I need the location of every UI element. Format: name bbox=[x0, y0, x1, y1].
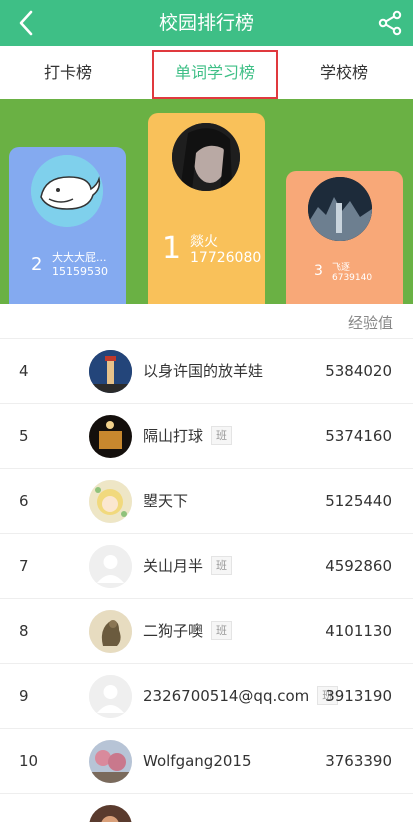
tab-checkin[interactable]: 打卡榜 bbox=[20, 46, 116, 99]
avatar bbox=[89, 480, 132, 523]
class-badge: 班 bbox=[211, 556, 233, 575]
avatar bbox=[89, 350, 132, 393]
ranking-list-header: 经验值 bbox=[0, 304, 413, 338]
podium-name: 大大大屁... bbox=[52, 251, 107, 264]
class-badge: 班 bbox=[211, 426, 233, 445]
ranking-row[interactable]: 8 二狗子噢班 4101130 bbox=[0, 598, 413, 663]
row-rank: 10 bbox=[19, 752, 39, 770]
podium-card-third[interactable]: 3 飞逐 6739140 bbox=[286, 171, 403, 304]
share-icon[interactable] bbox=[377, 10, 403, 36]
top-three-podium: 2 大大大屁... 15159530 1 燚火 17726080 3 飞逐 67… bbox=[0, 99, 413, 304]
row-rank: 7 bbox=[19, 557, 29, 575]
avatar bbox=[89, 740, 132, 783]
podium-card-second[interactable]: 2 大大大屁... 15159530 bbox=[9, 147, 126, 304]
avatar bbox=[31, 155, 103, 227]
default-avatar-icon bbox=[89, 675, 132, 718]
podium-name: 飞逐 bbox=[332, 263, 351, 273]
row-name: 关山月半 bbox=[143, 557, 204, 575]
ranking-row[interactable]: 7 关山月半班 4592860 bbox=[0, 533, 413, 598]
ranking-tabs: 打卡榜 单词学习榜 学校榜 bbox=[0, 46, 413, 99]
podium-rank: 3 bbox=[314, 263, 323, 279]
row-rank: 5 bbox=[19, 427, 29, 445]
experience-column-label: 经验值 bbox=[347, 314, 393, 332]
ranking-row[interactable]: 6 曌天下 5125440 bbox=[0, 468, 413, 533]
podium-rank: 2 bbox=[31, 254, 43, 275]
ranking-row[interactable]: 4 以身许国的放羊娃 5384020 bbox=[0, 338, 413, 403]
row-score: 4101130 bbox=[325, 622, 392, 640]
avatar bbox=[308, 177, 372, 241]
page-title: 校园排行榜 bbox=[158, 12, 254, 34]
podium-rank: 1 bbox=[162, 231, 182, 266]
row-name: 二狗子噢 bbox=[143, 622, 204, 640]
row-name: 2326700514@qq.com bbox=[143, 687, 310, 705]
ranking-row[interactable]: 10 Wolfgang2015 3763390 bbox=[0, 728, 413, 793]
row-rank: 4 bbox=[19, 362, 29, 380]
tab-school[interactable]: 学校榜 bbox=[296, 46, 392, 99]
row-score: 5384020 bbox=[325, 362, 392, 380]
avatar bbox=[172, 123, 240, 191]
ranking-row[interactable]: 5 隔山打球班 5374160 bbox=[0, 403, 413, 468]
row-score: 4592860 bbox=[325, 557, 392, 575]
ranking-row[interactable]: 9 2326700514@qq.com 班 3913190 bbox=[0, 663, 413, 728]
row-score: 3763390 bbox=[325, 752, 392, 770]
row-score: 5125440 bbox=[325, 492, 392, 510]
row-name: 以身许国的放羊娃 bbox=[143, 362, 264, 380]
row-rank: 6 bbox=[19, 492, 29, 510]
default-avatar-icon bbox=[89, 545, 132, 588]
row-score: 3913190 bbox=[325, 687, 392, 705]
row-name: Wolfgang2015 bbox=[143, 752, 252, 770]
city-avatar-icon bbox=[308, 177, 372, 241]
avatar bbox=[89, 415, 132, 458]
podium-name: 燚火 bbox=[190, 234, 218, 250]
avatar bbox=[89, 805, 132, 822]
tab-word-learning[interactable]: 单词学习榜 bbox=[152, 46, 278, 99]
ranking-row-partial[interactable] bbox=[0, 793, 413, 822]
podium-score: 15159530 bbox=[52, 265, 108, 278]
avatar bbox=[89, 610, 132, 653]
row-score: 5374160 bbox=[325, 427, 392, 445]
podium-score: 17726080 bbox=[190, 250, 262, 266]
podium-score: 6739140 bbox=[332, 273, 373, 283]
portrait-avatar-icon bbox=[172, 123, 240, 191]
class-badge: 班 bbox=[211, 621, 233, 640]
row-rank: 8 bbox=[19, 622, 29, 640]
podium-card-first[interactable]: 1 燚火 17726080 bbox=[148, 113, 265, 304]
row-name: 曌天下 bbox=[143, 492, 189, 510]
top-app-bar: 校园排行榜 bbox=[0, 0, 413, 46]
whale-avatar-icon bbox=[31, 155, 103, 227]
row-rank: 9 bbox=[19, 687, 29, 705]
row-name: 隔山打球 bbox=[143, 427, 204, 445]
